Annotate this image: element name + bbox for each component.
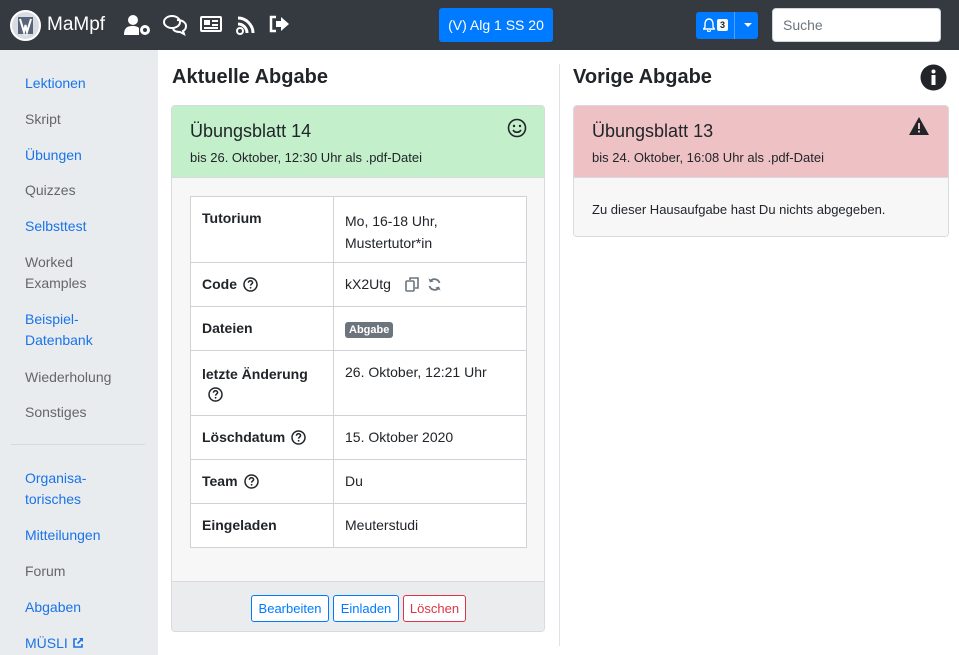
table-row: Tutorium Mo, 16-18 Uhr, Mustertutor*in — [190, 196, 527, 263]
code-value-cell: kX2Utg — [333, 262, 527, 307]
search-input[interactable] — [772, 8, 941, 42]
sidebar-divider — [11, 444, 145, 445]
aenderung-label: letzte Änderung — [202, 366, 308, 382]
current-assignment-deadline: bis 26. Oktober, 12:30 Uhr als .pdf-Date… — [190, 150, 422, 165]
lecture-selector-button[interactable]: (V) Alg 1 SS 20 — [439, 8, 553, 42]
loesch-label: Löschdatum — [202, 429, 286, 445]
question-circle-icon[interactable] — [291, 430, 306, 448]
sidebar-item-lektionen[interactable]: Lektionen — [25, 73, 145, 94]
previous-submission-heading: Vorige Abgabe — [573, 66, 712, 88]
no-submission-message: Zu dieser Hausaufgabe hast Du nichts abg… — [592, 202, 886, 217]
comments-icon[interactable] — [163, 14, 189, 38]
user-cog-icon[interactable] — [124, 14, 150, 38]
refresh-icon[interactable] — [427, 277, 442, 292]
column-divider — [559, 64, 560, 646]
table-row: Löschdatum 15. Oktober 2020 — [190, 415, 527, 460]
tutorium-label: Tutorium — [190, 196, 334, 263]
submission-details-table: Tutorium Mo, 16-18 Uhr, Mustertutor*in C… — [190, 196, 527, 548]
blog-icon[interactable] — [235, 14, 261, 38]
team-label-cell: Team — [190, 459, 334, 504]
eingeladen-value: Meuterstudi — [333, 503, 527, 548]
code-label: Code — [202, 276, 237, 292]
newspaper-icon[interactable] — [199, 14, 225, 38]
previous-card-body: Zu dieser Hausaufgabe hast Du nichts abg… — [574, 178, 948, 236]
info-icon[interactable] — [920, 64, 947, 91]
sidebar-item-muesli-label: MÜSLI — [25, 635, 68, 651]
current-submission-heading: Aktuelle Abgabe — [172, 66, 328, 88]
table-row: letzte Änderung 26. Oktober, 12:21 Uhr — [190, 350, 527, 416]
invite-button[interactable]: Einladen — [333, 595, 399, 622]
loesch-value: 15. Oktober 2020 — [333, 415, 527, 460]
code-value: kX2Utg — [345, 276, 391, 292]
team-label: Team — [202, 473, 238, 489]
top-navbar: MaMpf (V) Alg 1 SS 20 3 Suche — [0, 0, 959, 50]
table-row: Eingeladen Meuterstudi — [190, 503, 527, 548]
sidebar-item-muesli[interactable]: MÜSLI — [25, 633, 84, 654]
table-row: Team Du — [190, 459, 527, 504]
brand-name[interactable]: MaMpf — [47, 14, 105, 36]
sign-out-icon[interactable] — [268, 14, 294, 38]
bell-icon — [702, 18, 716, 35]
previous-card-header: Übungsblatt 13 bis 24. Oktober, 16:08 Uh… — [574, 106, 948, 178]
question-circle-icon[interactable] — [243, 474, 259, 492]
sidebar-item-forum[interactable]: Forum — [25, 561, 145, 582]
notification-count-badge: 3 — [717, 19, 728, 31]
dateien-label: Dateien — [190, 306, 334, 351]
sidebar-item-worked-examples[interactable]: Worked Examples — [25, 252, 95, 294]
sidebar-item-abgaben[interactable]: Abgaben — [25, 597, 145, 618]
table-row: Code kX2Utg — [190, 262, 527, 307]
sidebar-item-sonstiges[interactable]: Sonstiges — [25, 402, 145, 423]
code-label-cell: Code — [190, 262, 334, 307]
mampf-logo-icon[interactable] — [10, 10, 41, 41]
sidebar-item-quizzes[interactable]: Quizzes — [25, 180, 145, 201]
notifications-button[interactable]: 3 — [696, 12, 758, 39]
sidebar: Lektionen Skript Übungen Quizzes Selbstt… — [0, 50, 158, 655]
sidebar-item-uebungen[interactable]: Übungen — [25, 145, 145, 166]
delete-button[interactable]: Löschen — [403, 595, 466, 622]
team-value: Du — [333, 459, 527, 504]
file-badge[interactable]: Abgabe — [345, 322, 394, 338]
loesch-label-cell: Löschdatum — [190, 415, 334, 460]
smile-icon — [507, 118, 527, 141]
chevron-down-icon[interactable] — [744, 23, 752, 27]
sidebar-item-beispiel-datenbank[interactable]: Beispiel-Datenbank — [25, 309, 105, 351]
split-divider — [734, 12, 735, 39]
sidebar-item-skript[interactable]: Skript — [25, 109, 145, 130]
warning-icon — [908, 116, 930, 139]
external-link-icon — [72, 637, 83, 648]
previous-assignment-deadline: bis 24. Oktober, 16:08 Uhr als .pdf-Date… — [592, 150, 824, 165]
sidebar-item-wiederholung[interactable]: Wiederholung — [25, 367, 145, 388]
dateien-value-cell: Abgabe — [333, 306, 527, 351]
copy-icon[interactable] — [405, 277, 419, 292]
current-card-footer: Bearbeiten Einladen Löschen — [172, 581, 544, 631]
sidebar-item-selbsttest[interactable]: Selbsttest — [25, 216, 145, 237]
tutorium-value: Mo, 16-18 Uhr, Mustertutor*in — [333, 196, 527, 263]
current-submission-card: Übungsblatt 14 bis 26. Oktober, 12:30 Uh… — [171, 105, 545, 632]
edit-button[interactable]: Bearbeiten — [251, 595, 329, 622]
aenderung-value: 26. Oktober, 12:21 Uhr — [333, 350, 527, 416]
current-card-header: Übungsblatt 14 bis 26. Oktober, 12:30 Uh… — [172, 106, 544, 178]
sidebar-item-mitteilungen[interactable]: Mitteilungen — [25, 525, 145, 546]
sidebar-item-organisatorisches[interactable]: Organisa-torisches — [25, 468, 95, 510]
previous-assignment-title: Übungsblatt 13 — [592, 121, 714, 141]
previous-submission-card: Übungsblatt 13 bis 24. Oktober, 16:08 Uh… — [573, 105, 949, 237]
table-row: Dateien Abgabe — [190, 306, 527, 351]
question-circle-icon[interactable] — [208, 387, 223, 407]
question-circle-icon[interactable] — [243, 277, 258, 295]
current-card-body: Tutorium Mo, 16-18 Uhr, Mustertutor*in C… — [172, 178, 544, 581]
eingeladen-label: Eingeladen — [190, 503, 334, 548]
current-assignment-title: Übungsblatt 14 — [190, 121, 312, 141]
aenderung-label-cell: letzte Änderung — [190, 350, 334, 416]
